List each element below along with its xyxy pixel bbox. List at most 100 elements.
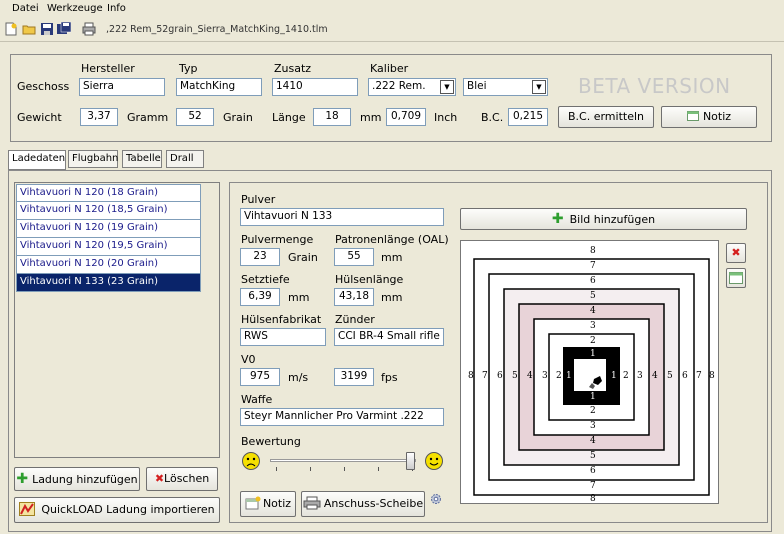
slider-tick (310, 467, 311, 471)
printer-icon (303, 496, 321, 510)
list-item[interactable]: Vihtavuori N 120 (20 Grain) (16, 256, 201, 274)
typ-field[interactable]: MatchKing (176, 78, 262, 96)
bewertung-label: Bewertung (241, 435, 301, 448)
list-item[interactable]: Vihtavuori N 120 (19,5 Grain) (16, 238, 201, 256)
slider-tick (378, 467, 379, 471)
delete-image-button[interactable]: ✖ (726, 243, 746, 263)
toolbar: ,222 Rem_52grain_Sierra_MatchKing_1410.t… (0, 18, 784, 42)
notiz-header-button[interactable]: Notiz (661, 106, 757, 128)
bewertung-slider-thumb[interactable] (406, 452, 415, 470)
kaliber-select[interactable]: .222 Rem. ▼ (368, 78, 456, 96)
new-file-icon[interactable] (4, 22, 18, 36)
zusatz-field[interactable]: 1410 (272, 78, 358, 96)
material-value: Blei (467, 80, 487, 92)
image-note-button[interactable] (726, 268, 746, 288)
menu-datei[interactable]: Datei (12, 3, 39, 14)
target-label-top: 2 (590, 336, 596, 346)
import-quickload-button[interactable]: QuickLOAD Ladung importieren (14, 497, 220, 523)
material-select[interactable]: Blei ▼ (463, 78, 548, 96)
target-label-top: 6 (590, 276, 596, 286)
target-label-top: 8 (590, 246, 596, 256)
bc-ermitteln-button[interactable]: B.C. ermitteln (558, 106, 654, 128)
notiz-header-label: Notiz (702, 110, 732, 123)
menu-info[interactable]: Info (107, 3, 126, 14)
gramm-label: Gramm (127, 111, 169, 124)
save-as-icon[interactable] (57, 22, 71, 36)
print-icon[interactable] (82, 22, 96, 36)
menu-werkzeuge[interactable]: Werkzeuge (47, 3, 103, 14)
target-label-top: 1 (590, 349, 596, 359)
target-label-bottom: 3 (590, 421, 596, 431)
laenge-mm-field[interactable]: 18 (313, 108, 351, 126)
anschuss-scheibe-label: Anschuss-Scheibe (323, 497, 424, 510)
target-label-right: 2 (623, 371, 629, 381)
inch-label: Inch (434, 111, 458, 124)
target-label-left: 6 (497, 371, 503, 381)
target-label-left: 3 (542, 371, 548, 381)
target-label-top: 4 (590, 306, 596, 316)
notiz-load-label: Notiz (262, 497, 292, 510)
chevron-down-icon[interactable]: ▼ (532, 80, 546, 94)
v0-fps-field[interactable]: 3199 (334, 368, 374, 386)
target-label-left: 1 (566, 371, 572, 381)
mm-label: mm (360, 111, 382, 124)
grain-label: Grain (223, 111, 253, 124)
col-kaliber-label: Kaliber (370, 62, 409, 75)
waffe-field[interactable]: Steyr Mannlicher Pro Varmint .222 (240, 408, 444, 426)
delete-x-icon: ✖ (154, 472, 165, 485)
bewertung-slider-track[interactable] (270, 459, 416, 462)
setztiefe-field[interactable]: 6,39 (240, 288, 280, 306)
notiz-load-button[interactable]: Notiz (240, 491, 296, 517)
target-label-right: 1 (611, 371, 617, 381)
chevron-down-icon[interactable]: ▼ (440, 80, 454, 94)
gewicht-label: Gewicht (17, 111, 62, 124)
tab-ladedaten[interactable]: Ladedaten (8, 150, 66, 170)
note-add-icon (245, 496, 261, 510)
target-label-top: 7 (590, 261, 596, 271)
note-icon (686, 111, 699, 121)
add-load-button[interactable]: ✚ Ladung hinzufügen (14, 467, 140, 491)
target-label-right: 6 (682, 371, 688, 381)
target-label-bottom: 1 (590, 392, 596, 402)
list-item[interactable]: Vihtavuori N 120 (19 Grain) (16, 220, 201, 238)
tab-flugbahn[interactable]: Flugbahn (68, 150, 118, 168)
add-image-label: Bild hinzufügen (569, 213, 656, 226)
waffe-label: Waffe (241, 393, 273, 406)
geschoss-label: Geschoss (17, 80, 70, 93)
add-image-button[interactable]: ✚ Bild hinzufügen (460, 208, 747, 230)
v0-ms-field[interactable]: 975 (240, 368, 280, 386)
huelsenlaenge-field[interactable]: 43,18 (334, 288, 374, 306)
huelsenlaenge-unit: mm (381, 291, 403, 304)
pulvermenge-unit: Grain (288, 251, 318, 264)
hersteller-field[interactable]: Sierra (79, 78, 165, 96)
open-folder-icon[interactable] (22, 22, 36, 36)
col-typ-label: Typ (179, 62, 198, 75)
oal-unit: mm (381, 251, 403, 264)
happy-face-icon (425, 452, 443, 470)
anschuss-scheibe-button[interactable]: Anschuss-Scheibe (301, 491, 425, 517)
target-label-left: 5 (512, 371, 518, 381)
laenge-inch-field[interactable]: 0,709 (386, 108, 426, 126)
tab-tabelle[interactable]: Tabelle (122, 150, 162, 168)
oal-field[interactable]: 55 (334, 248, 374, 266)
close-icon: ✖ (731, 246, 741, 259)
huelsenfabrikat-field[interactable]: RWS (240, 328, 326, 346)
col-zusatz-label: Zusatz (274, 62, 312, 75)
save-icon[interactable] (40, 22, 54, 36)
pulvermenge-field[interactable]: 23 (240, 248, 280, 266)
target-label-bottom: 2 (590, 406, 596, 416)
list-item[interactable]: Vihtavuori N 120 (18 Grain) (16, 184, 201, 202)
gewicht-grain-field[interactable]: 52 (176, 108, 214, 126)
list-item-selected[interactable]: Vihtavuori N 133 (23 Grain) (16, 274, 201, 292)
gewicht-gramm-field[interactable]: 3,37 (80, 108, 118, 126)
delete-load-button[interactable]: ✖Löschen (146, 467, 218, 491)
target-label-bottom: 6 (590, 466, 596, 476)
list-item[interactable]: Vihtavuori N 120 (18,5 Grain) (16, 202, 201, 220)
tab-drall[interactable]: Drall (166, 150, 204, 168)
pulver-field[interactable]: Vihtavuori N 133 (240, 208, 444, 226)
target-image: 8 7 6 5 4 3 2 1 1 2 3 4 5 6 7 8 8 7 6 5 … (460, 240, 719, 504)
bc-field[interactable]: 0,215 (508, 108, 548, 126)
import-quickload-label: QuickLOAD Ladung importieren (41, 503, 215, 516)
zuender-field[interactable]: CCI BR-4 Small rifle (334, 328, 444, 346)
gear-icon[interactable] (430, 493, 442, 505)
